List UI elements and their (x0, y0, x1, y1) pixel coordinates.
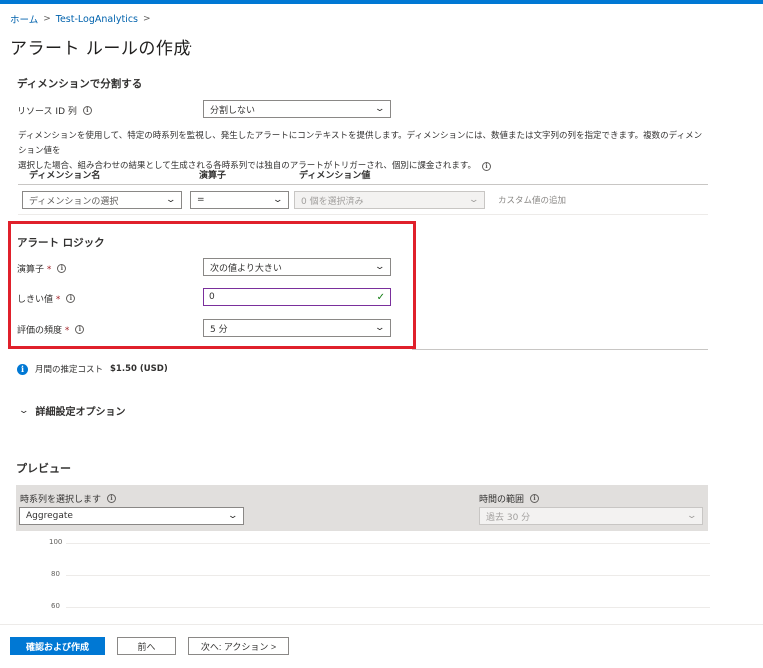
dimension-operator-dropdown[interactable]: = ⌄ (190, 191, 289, 209)
split-section-heading: ディメンションで分割する (17, 78, 143, 90)
operator-dropdown[interactable]: 次の値より大きい ⌄ (203, 258, 391, 276)
breadcrumb-home-link[interactable]: ホーム (10, 12, 38, 26)
column-header-dimension-name: ディメンション名 (29, 171, 101, 181)
advanced-options-label: 詳細設定オプション (35, 407, 126, 418)
frequency-value: 5 分 (210, 324, 228, 335)
info-filled-icon: i (17, 363, 28, 375)
next-actions-button[interactable]: 次へ: アクション > (188, 637, 289, 655)
advanced-options-toggle[interactable]: ⌄ 詳細設定オプション (18, 403, 126, 419)
gridline (66, 543, 710, 544)
timeseries-value: Aggregate (26, 511, 73, 521)
estimated-cost: i 月間の推定コスト $1.50 (USD) (17, 363, 168, 375)
chevron-down-icon: ⌄ (165, 195, 177, 205)
chevron-down-icon: ⌄ (374, 323, 386, 333)
breadcrumb-chevron-icon: > (43, 14, 51, 24)
threshold-label: しきい値 (17, 295, 54, 305)
dimension-value-placeholder: 0 個を選択済み (301, 196, 364, 207)
y-axis-tick-label: 100 (49, 538, 63, 546)
frequency-label-row: 評価の頻度 * i (17, 323, 85, 336)
info-icon[interactable]: i (107, 494, 117, 503)
alert-logic-heading: アラート ロジック (17, 237, 105, 249)
required-mark: * (64, 326, 70, 336)
threshold-value: 0 (209, 292, 215, 302)
resource-id-dropdown[interactable]: 分割しない ⌄ (203, 100, 391, 118)
resource-id-label-row: リソース ID 列 i (17, 104, 92, 117)
divider (18, 214, 708, 215)
dimension-operator-value: = (197, 195, 205, 205)
column-header-dimension-value: ディメンション値 (299, 171, 371, 181)
cost-label: 月間の推定コスト (35, 365, 104, 375)
timerange-label-row: 時間の範囲 i (479, 492, 540, 505)
operator-value: 次の値より大きい (210, 263, 282, 274)
preview-heading: プレビュー (16, 462, 71, 475)
chevron-down-icon: ⌄ (227, 511, 239, 521)
breadcrumb: ホーム > Test-LogAnalytics > (10, 12, 151, 27)
y-axis-tick-label: 60 (51, 602, 60, 610)
info-icon[interactable]: i (82, 106, 92, 115)
timeseries-label-row: 時系列を選択します i (20, 492, 117, 505)
chevron-down-icon: ⌄ (468, 195, 480, 205)
chevron-down-icon: ⌄ (272, 195, 284, 205)
chevron-down-icon: ⌄ (374, 104, 386, 114)
page-title: アラート ルールの作成 (10, 39, 191, 59)
y-axis-tick-label: 80 (51, 570, 60, 578)
dimension-value-dropdown[interactable]: 0 個を選択済み ⌄ (294, 191, 485, 209)
timeseries-label: 時系列を選択します (20, 495, 102, 505)
gridline (66, 607, 710, 608)
more-options-icon[interactable]: ... (179, 36, 193, 50)
operator-label: 演算子 (17, 265, 45, 275)
frequency-dropdown[interactable]: 5 分 ⌄ (203, 319, 391, 337)
cost-value: $1.50 (USD) (110, 364, 168, 374)
chevron-down-icon: ⌄ (18, 405, 30, 416)
timeseries-dropdown[interactable]: Aggregate ⌄ (19, 507, 244, 525)
info-icon[interactable]: i (482, 162, 491, 171)
breadcrumb-chevron-icon: > (143, 14, 151, 24)
column-header-operator: 演算子 (199, 171, 227, 181)
previous-button[interactable]: 前へ (117, 637, 176, 655)
required-mark: * (55, 295, 61, 305)
dimension-name-placeholder: ディメンションの選択 (29, 196, 119, 207)
dimension-name-dropdown[interactable]: ディメンションの選択 ⌄ (22, 191, 182, 209)
info-icon[interactable]: i (66, 294, 76, 303)
breadcrumb-resource-link[interactable]: Test-LogAnalytics (56, 14, 138, 25)
footer-divider (0, 624, 763, 625)
top-accent-bar (0, 0, 763, 4)
threshold-label-row: しきい値 * i (17, 292, 76, 305)
add-custom-value[interactable]: カスタム値の追加 (498, 194, 566, 206)
chevron-down-icon: ⌄ (374, 262, 386, 272)
review-create-button[interactable]: 確認および作成 (10, 637, 105, 655)
chevron-down-icon: ⌄ (686, 511, 698, 521)
checkmark-icon: ✓ (376, 291, 385, 303)
gridline (66, 575, 710, 576)
required-mark: * (46, 265, 52, 275)
resource-id-label: リソース ID 列 (17, 107, 77, 117)
operator-label-row: 演算子 * i (17, 262, 67, 275)
timerange-label: 時間の範囲 (479, 495, 525, 505)
split-description-line: ディメンションを使用して、特定の時系列を監視し、発生したアラートにコンテキストを… (18, 131, 703, 156)
info-icon[interactable]: i (57, 264, 67, 273)
info-icon[interactable]: i (530, 494, 540, 503)
divider (18, 184, 708, 185)
timerange-value: 過去 30 分 (486, 512, 531, 523)
timerange-dropdown[interactable]: 過去 30 分 ⌄ (479, 507, 703, 525)
divider (412, 349, 708, 350)
threshold-input[interactable]: 0 ✓ (203, 288, 391, 306)
frequency-label: 評価の頻度 (17, 326, 63, 336)
info-icon[interactable]: i (75, 325, 85, 334)
resource-id-value: 分割しない (210, 105, 256, 116)
